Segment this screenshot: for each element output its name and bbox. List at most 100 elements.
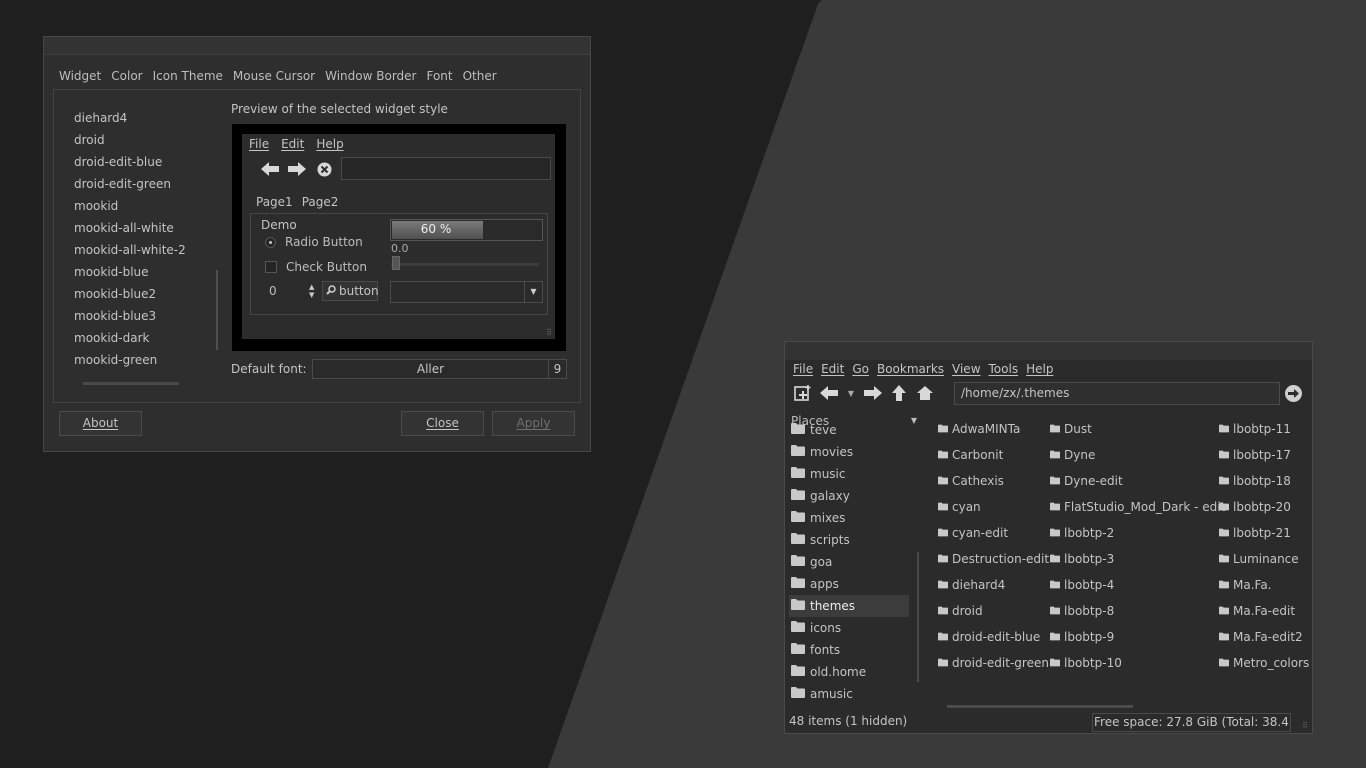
list-item[interactable]: mookid-blue3 <box>74 308 224 330</box>
sidebar-item-goa[interactable]: goa <box>789 551 909 573</box>
menu-go[interactable]: Go <box>852 362 869 376</box>
menu-view[interactable]: View <box>952 362 980 376</box>
list-item[interactable]: Carbonit <box>938 442 1049 468</box>
list-item[interactable]: Dust <box>1050 416 1225 442</box>
list-item[interactable]: Ma.Fa-edit2 <box>1219 624 1311 650</box>
up-arrow-icon[interactable] <box>889 383 909 403</box>
list-item[interactable]: mookid <box>74 198 224 220</box>
preview-radio-button[interactable]: Radio Button <box>265 235 363 249</box>
checkbox-indicator[interactable] <box>265 261 277 273</box>
preview-button[interactable]: button <box>322 281 379 301</box>
spin-arrows-icon[interactable]: ▲ ▼ <box>309 283 314 299</box>
sidebar-item-amusic[interactable]: amusic <box>789 683 909 705</box>
list-item[interactable]: cyan-edit <box>938 520 1049 546</box>
stop-icon[interactable] <box>314 160 334 178</box>
list-item[interactable]: cyan <box>938 494 1049 520</box>
path-input[interactable]: /home/zx/.themes <box>954 382 1280 405</box>
file-view-hscrollbar[interactable] <box>947 705 1133 708</box>
sidebar-item-old-home[interactable]: old.home <box>789 661 909 683</box>
list-item[interactable]: lbobtp-8 <box>1050 598 1225 624</box>
preview-combo-box[interactable]: ▼ <box>390 281 543 303</box>
list-item[interactable]: mookid-dark <box>74 330 224 352</box>
menu-bookmarks[interactable]: Bookmarks <box>877 362 944 376</box>
list-item[interactable]: lbobtp-3 <box>1050 546 1225 572</box>
list-item[interactable]: lbobtp-17 <box>1219 442 1311 468</box>
forward-arrow-icon[interactable] <box>287 160 307 178</box>
file-manager-titlebar[interactable] <box>785 342 1312 360</box>
preview-scale-track[interactable] <box>391 263 539 266</box>
sidebar-item-teve[interactable]: teve <box>789 419 909 441</box>
tab-mouse-cursor[interactable]: Mouse Cursor <box>228 69 320 83</box>
list-item[interactable]: diehard4 <box>74 110 224 132</box>
tab-window-border[interactable]: Window Border <box>320 69 421 83</box>
resize-grip-icon[interactable]: ⠿ <box>1302 722 1308 730</box>
list-item[interactable]: lbobtp-18 <box>1219 468 1311 494</box>
menu-help[interactable]: Help <box>1026 362 1053 376</box>
list-item[interactable]: droid-edit-green <box>938 650 1049 676</box>
list-item[interactable]: Luminance <box>1219 546 1311 572</box>
list-item[interactable]: lbobtp-21 <box>1219 520 1311 546</box>
home-icon[interactable] <box>915 383 935 403</box>
list-item[interactable]: Metro_colors 1 <box>1219 650 1311 676</box>
preview-check-button[interactable]: Check Button <box>265 260 367 274</box>
go-arrow-icon[interactable] <box>1285 385 1302 402</box>
theme-list-vscrollbar[interactable] <box>216 270 218 350</box>
list-item[interactable]: lbobtp-2 <box>1050 520 1225 546</box>
radio-indicator[interactable] <box>265 236 276 248</box>
list-item[interactable]: lbobtp-20 <box>1219 494 1311 520</box>
list-item[interactable]: Dyne <box>1050 442 1225 468</box>
list-item[interactable]: Dyne-edit <box>1050 468 1225 494</box>
sidebar-item-apps[interactable]: apps <box>789 573 909 595</box>
sidebar-item-scripts[interactable]: scripts <box>789 529 909 551</box>
chevron-down-icon[interactable]: ▼ <box>911 416 917 425</box>
list-item[interactable]: lbobtp-10 <box>1050 650 1225 676</box>
appearance-titlebar[interactable] <box>44 37 590 55</box>
sidebar-item-galaxy[interactable]: galaxy <box>789 485 909 507</box>
sidebar-item-icons[interactable]: icons <box>789 617 909 639</box>
preview-tab-page1[interactable]: Page1 <box>256 195 293 209</box>
places-scrollbar[interactable] <box>917 552 919 682</box>
tab-font[interactable]: Font <box>421 69 457 83</box>
sidebar-item-movies[interactable]: movies <box>789 441 909 463</box>
list-item[interactable]: FlatStudio_Mod_Dark - edit <box>1050 494 1225 520</box>
preview-menu-file[interactable]: File <box>249 137 269 151</box>
close-button[interactable]: Close <box>401 411 484 436</box>
tab-icon-theme[interactable]: Icon Theme <box>148 69 228 83</box>
list-item[interactable]: mookid-all-white <box>74 220 224 242</box>
list-item[interactable]: lbobtp-11 <box>1219 416 1311 442</box>
preview-scale-knob[interactable] <box>392 256 400 270</box>
preview-menu-help[interactable]: Help <box>316 137 343 151</box>
list-item[interactable]: droid-edit-blue <box>938 624 1049 650</box>
sidebar-item-music[interactable]: music <box>789 463 909 485</box>
list-item[interactable]: Ma.Fa. <box>1219 572 1311 598</box>
preview-spin-button[interactable]: 0 ▲ ▼ <box>259 280 321 302</box>
tab-other[interactable]: Other <box>458 69 502 83</box>
back-arrow-icon[interactable] <box>819 383 839 403</box>
menu-file[interactable]: File <box>793 362 813 376</box>
menu-edit[interactable]: Edit <box>821 362 844 376</box>
history-dropdown-icon[interactable]: ▼ <box>845 383 857 403</box>
list-item[interactable]: diehard4 <box>938 572 1049 598</box>
list-item[interactable]: Destruction-edit <box>938 546 1049 572</box>
list-item[interactable]: Ma.Fa-edit <box>1219 598 1311 624</box>
back-arrow-icon[interactable] <box>260 160 280 178</box>
list-item[interactable]: droid-edit-blue <box>74 154 224 176</box>
preview-menu-edit[interactable]: Edit <box>281 137 304 151</box>
list-item[interactable]: droid <box>938 598 1049 624</box>
resize-grip-icon[interactable]: ⠿ <box>546 329 552 337</box>
font-chooser-button[interactable]: Aller 9 <box>312 359 567 379</box>
list-item[interactable]: lbobtp-9 <box>1050 624 1225 650</box>
tab-color[interactable]: Color <box>106 69 147 83</box>
list-item[interactable]: mookid-green <box>74 352 224 374</box>
tab-widget[interactable]: Widget <box>54 69 106 83</box>
new-tab-icon[interactable] <box>793 383 813 403</box>
list-item[interactable]: droid <box>74 132 224 154</box>
preview-entry[interactable] <box>341 157 551 180</box>
list-item[interactable]: mookid-blue2 <box>74 286 224 308</box>
theme-list-hscrollbar[interactable] <box>83 382 179 385</box>
preview-tab-page2[interactable]: Page2 <box>302 195 339 209</box>
list-item[interactable]: Cathexis <box>938 468 1049 494</box>
sidebar-item-mixes[interactable]: mixes <box>789 507 909 529</box>
list-item[interactable]: AdwaMINTa <box>938 416 1049 442</box>
menu-tools[interactable]: Tools <box>989 362 1019 376</box>
